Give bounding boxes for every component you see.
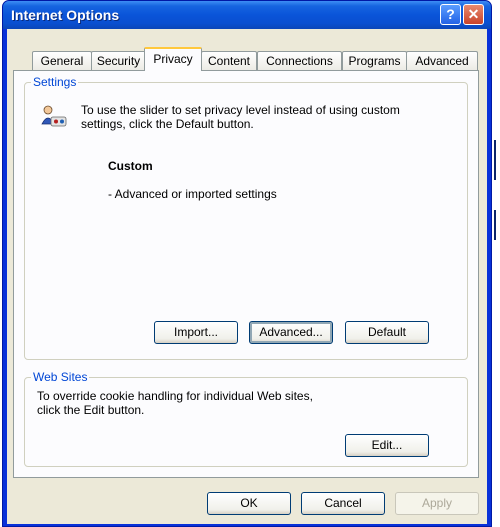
tab-general[interactable]: General — [32, 51, 92, 70]
tab-programs[interactable]: Programs — [342, 51, 407, 70]
cancel-button[interactable]: Cancel — [301, 492, 385, 515]
tab-connections[interactable]: Connections — [257, 51, 342, 70]
close-icon: ✕ — [467, 6, 480, 22]
title-bar[interactable]: Internet Options ? ✕ — [3, 1, 491, 29]
websites-text-line1: To override cookie handling for individu… — [37, 389, 313, 403]
background-edge — [494, 210, 496, 240]
settings-instruction-line2: settings, click the Default button. — [81, 117, 254, 131]
question-icon: ? — [446, 6, 455, 22]
internet-options-dialog: Internet Options ? ✕ General Security Pr… — [2, 0, 492, 527]
close-button[interactable]: ✕ — [463, 4, 484, 25]
tab-security[interactable]: Security — [91, 51, 146, 70]
default-button[interactable]: Default — [345, 321, 429, 344]
privacy-level-description: - Advanced or imported settings — [108, 187, 277, 201]
privacy-level-name: Custom — [108, 159, 153, 173]
tab-privacy[interactable]: Privacy — [144, 47, 202, 71]
background-edge — [494, 140, 496, 180]
settings-groupbox: Settings To use the slider to set privac… — [24, 75, 468, 360]
privacy-person-icon — [40, 104, 68, 130]
privacy-panel: Settings To use the slider to set privac… — [13, 70, 479, 478]
import-button[interactable]: Import... — [154, 321, 238, 344]
dialog-body: General Security Privacy Content Connect… — [7, 29, 487, 524]
settings-instruction-line1: To use the slider to set privacy level i… — [81, 103, 400, 117]
settings-legend: Settings — [31, 75, 79, 89]
tab-advanced[interactable]: Advanced — [406, 51, 478, 70]
window-title: Internet Options — [11, 7, 120, 23]
websites-text-line2: click the Edit button. — [37, 403, 145, 417]
ok-button[interactable]: OK — [207, 492, 291, 515]
websites-groupbox: Web Sites To override cookie handling fo… — [24, 370, 468, 467]
apply-button: Apply — [395, 492, 479, 515]
advanced-button[interactable]: Advanced... — [249, 321, 333, 344]
edit-button[interactable]: Edit... — [345, 434, 429, 457]
help-button[interactable]: ? — [440, 4, 461, 25]
tab-content[interactable]: Content — [201, 51, 257, 70]
websites-legend: Web Sites — [31, 370, 90, 384]
